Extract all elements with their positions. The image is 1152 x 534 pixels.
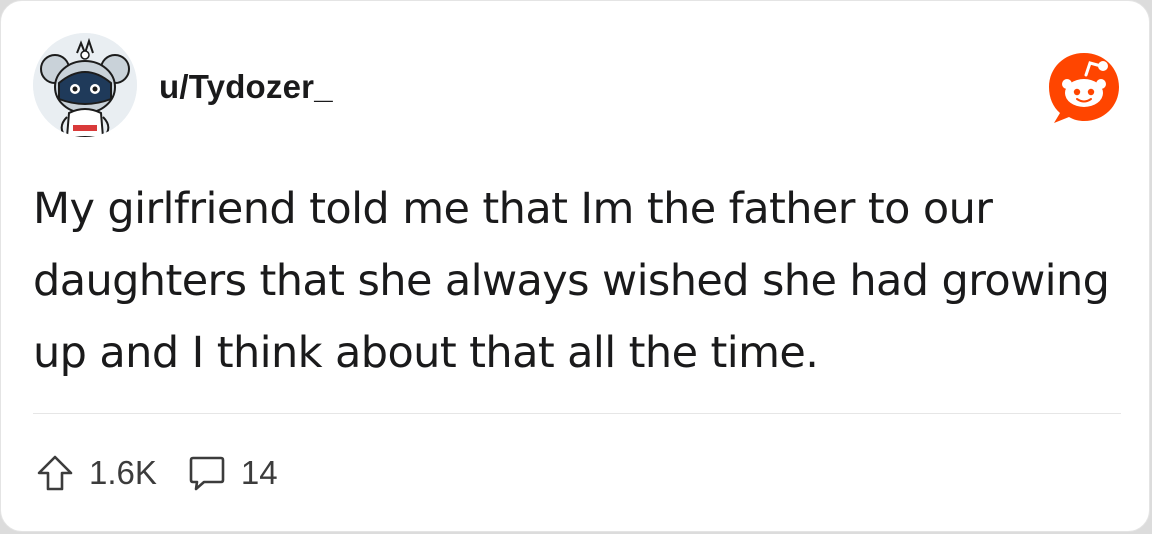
username[interactable]: u/Tydozer_ [159,67,333,107]
comment-bubble-icon [185,451,229,495]
user-avatar[interactable] [33,33,137,137]
reddit-logo-icon [1047,51,1121,125]
divider [33,413,1121,414]
upvote-button[interactable]: 1.6K [33,451,157,495]
post-body-text: My girlfriend told me that Im the father… [33,184,1110,378]
upvote-count: 1.6K [89,454,157,491]
comment-count: 14 [240,454,278,491]
post-actions: 1.6K 14 [33,449,306,497]
post-card: u/Tydozer_ My girlfriend told me that Im… [0,0,1150,532]
upvote-arrow-icon [33,451,77,495]
comments-button[interactable]: 14 [185,451,278,495]
snoo-avatar-icon [33,33,137,137]
